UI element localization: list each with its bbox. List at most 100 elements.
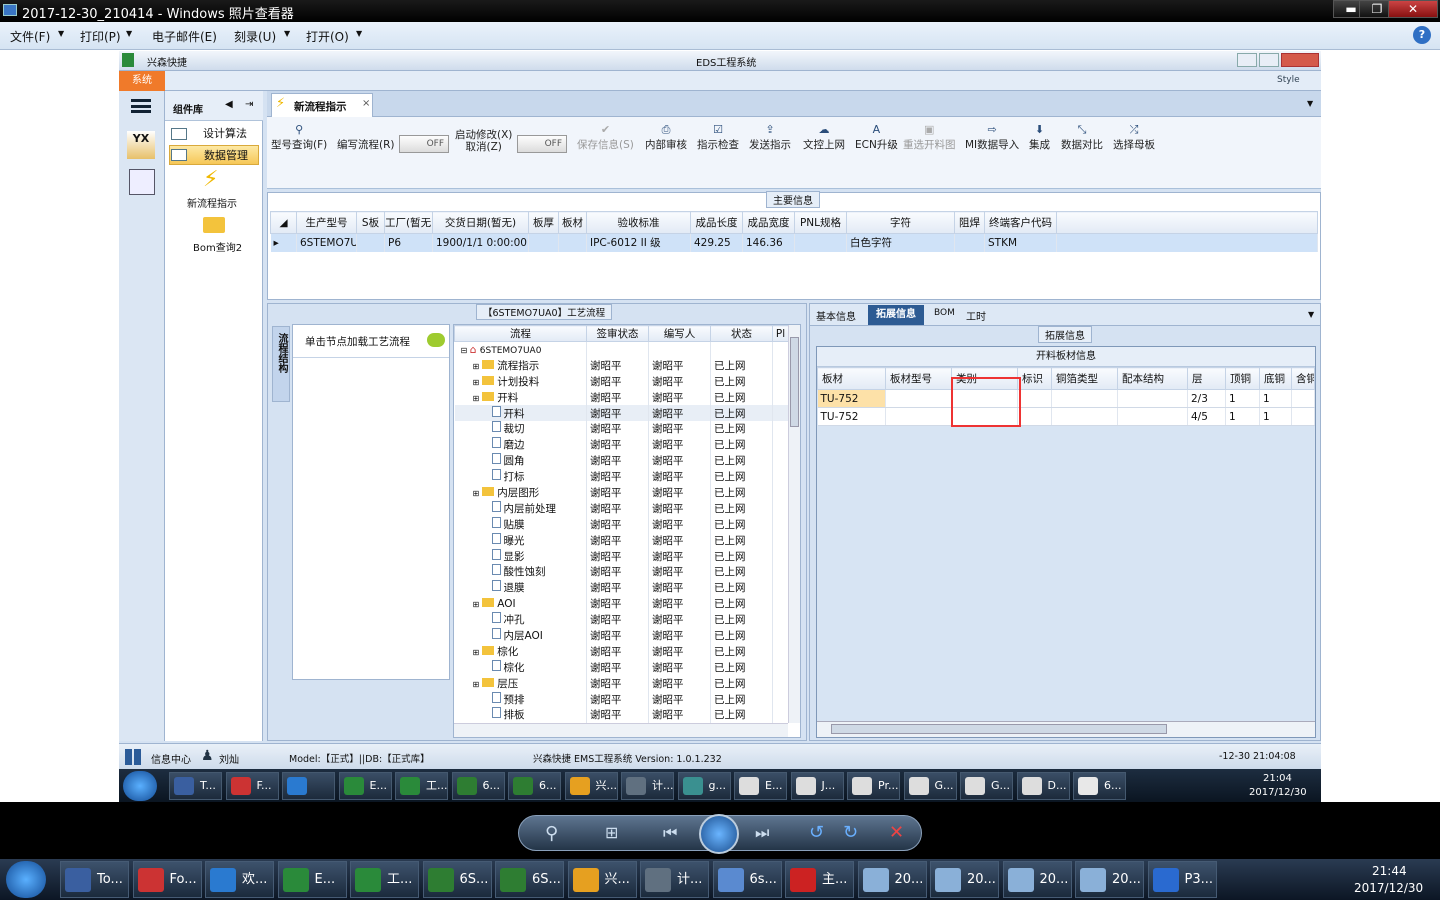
tree-row[interactable]: 内层前处理 谢昭平 谢昭平 已上网 (454, 500, 789, 517)
chevron-down-icon[interactable]: ▼ (1307, 99, 1313, 108)
column-header[interactable]: 验收标准 (586, 211, 691, 234)
column-header[interactable]: PNL规格 (794, 211, 847, 234)
outer-taskbar-item[interactable]: 6s... (712, 861, 782, 898)
tree-root-row[interactable]: ⊟ ⌂ 6STEMO7UA0 (454, 341, 789, 358)
inner-taskbar-item[interactable]: D... (1016, 772, 1070, 800)
outer-taskbar-item[interactable]: 20... (1075, 861, 1144, 898)
outer-taskbar-item[interactable]: P3... (1147, 861, 1217, 898)
tree-row[interactable]: 圆角 谢昭平 谢昭平 已上网 (454, 452, 789, 469)
column-header[interactable]: 阻焊 (954, 211, 985, 234)
tab-basic-info[interactable]: 基本信息 (816, 308, 856, 323)
column-header[interactable]: 交货日期(暂无) (432, 211, 529, 234)
outer-taskbar-item[interactable]: 20... (930, 861, 999, 898)
tree-row[interactable]: 曝光 谢昭平 谢昭平 已上网 (454, 532, 789, 549)
tree-row[interactable]: 显影 谢昭平 谢昭平 已上网 (454, 548, 789, 564)
tab-work-hours[interactable]: 工时 (966, 308, 986, 323)
previous-icon[interactable]: ⏮ (663, 823, 677, 843)
delete-icon[interactable]: ✕ (889, 822, 904, 843)
expand-icon[interactable]: ⊞ (473, 394, 480, 403)
close-button[interactable]: ✕ (1388, 0, 1438, 18)
rotate-right-icon[interactable]: ↻ (843, 822, 858, 843)
instruction-check-button[interactable]: ☑ 指示检查 (697, 123, 739, 152)
tree-row[interactable]: 预排 谢昭平 谢昭平 已上网 (454, 691, 789, 707)
column-header[interactable]: 板材 (558, 211, 587, 234)
mi-import-button[interactable]: ⇨ MI数据导入 (965, 123, 1019, 152)
inner-taskbar-item[interactable]: 6... (451, 772, 505, 800)
tree-row[interactable]: 棕化 谢昭平 谢昭平 已上网 (454, 659, 789, 676)
folder-icon[interactable] (203, 217, 225, 233)
help-icon[interactable]: ? (1413, 26, 1431, 44)
write-flow-toggle[interactable]: OFF (399, 135, 449, 153)
tab-system[interactable]: 系统 (119, 71, 165, 91)
column-header[interactable]: 流程 (454, 325, 587, 342)
outer-taskbar-item[interactable]: 20... (1002, 861, 1072, 898)
tree-row[interactable]: 酸性蚀刻 谢昭平 谢昭平 已上网 (454, 563, 789, 580)
menu-email[interactable]: 电子邮件(E) (152, 28, 217, 45)
inner-taskbar-item[interactable]: 工... (395, 772, 448, 800)
tree-row[interactable]: 磨边 谢昭平 谢昭平 已上网 (454, 436, 789, 453)
start-orb[interactable] (6, 861, 46, 898)
inner-taskbar-item[interactable] (282, 772, 335, 800)
hamburger-icon[interactable] (131, 99, 151, 113)
eds-maximize-button[interactable] (1259, 53, 1279, 67)
table-row[interactable]: TU-752 2/3 1 1 (817, 389, 1315, 408)
send-instruction-button[interactable]: ⇪ 发送指示 (749, 123, 791, 152)
tab-bom[interactable]: BOM (934, 308, 955, 318)
yx-module-icon[interactable]: YX (127, 131, 155, 159)
menu-print[interactable]: 打印(P) (80, 28, 121, 45)
outer-taskbar-item[interactable]: 欢... (205, 861, 274, 898)
eds-minimize-button[interactable] (1237, 53, 1257, 67)
column-header[interactable]: 含铜 (1291, 367, 1315, 390)
tree-row[interactable]: ⊞ 流程指示 谢昭平 谢昭平 已上网 (454, 357, 789, 374)
ecn-upgrade-button[interactable]: A ECN升级 (855, 123, 898, 152)
reselect-chart-button[interactable]: ▣ 重选开料图 (903, 123, 956, 152)
rotate-left-icon[interactable]: ↺ (809, 822, 824, 843)
expand-icon[interactable]: ⊞ (473, 680, 480, 689)
column-header[interactable]: 板材型号 (885, 367, 952, 390)
inner-taskbar-item[interactable]: g... (677, 772, 731, 800)
scroll-thumb[interactable] (790, 337, 799, 427)
tree-row[interactable]: 打标 谢昭平 谢昭平 已上网 (454, 468, 789, 485)
column-header[interactable]: S板 (356, 211, 385, 234)
data-compare-button[interactable]: ⤡ 数据对比 (1061, 123, 1103, 152)
next-icon[interactable]: ⏭ (755, 823, 769, 843)
outer-taskbar-item[interactable]: 6S... (495, 861, 564, 898)
tree-row[interactable]: 冲孔 谢昭平 谢昭平 已上网 (454, 611, 789, 628)
outer-taskbar-item[interactable]: To... (60, 861, 129, 898)
column-header[interactable]: 标识 (1017, 367, 1052, 390)
inner-taskbar-item[interactable]: J... (790, 772, 844, 800)
inner-taskbar-item[interactable]: E... (338, 772, 392, 800)
outer-taskbar-item[interactable]: Fo... (132, 861, 202, 898)
tree-row[interactable]: ⊞ 内层图形 谢昭平 谢昭平 已上网 (454, 484, 789, 501)
column-header[interactable]: 板厚 (528, 211, 559, 234)
table-row[interactable]: ▸6STEMO7UA0 P61900/1/1 0:00:00 IPC-6012 II… (270, 233, 1318, 252)
outer-taskbar-item[interactable]: 6S... (422, 861, 492, 898)
tree-row[interactable]: ⊞ 层压 谢昭平 谢昭平 已上网 (454, 675, 789, 692)
outer-taskbar-item[interactable]: 20... (857, 861, 927, 898)
select-master-button[interactable]: ⤮ 选择母板 (1113, 123, 1155, 152)
menu-burn[interactable]: 刻录(U) (234, 28, 276, 45)
expand-icon[interactable]: ⊞ (473, 489, 480, 498)
tree-row[interactable]: ⊞ AOI 谢昭平 谢昭平 已上网 (454, 595, 789, 612)
outer-taskbar-item[interactable]: E... (277, 861, 347, 898)
flow-structure-tab[interactable]: 流程结构 (272, 326, 290, 402)
style-menu[interactable]: Style (1277, 75, 1300, 85)
column-header[interactable]: 终端客户代码 (984, 211, 1057, 234)
outer-taskbar-item[interactable]: 计... (640, 861, 709, 898)
column-header[interactable]: 工厂(暂无) (384, 211, 433, 234)
doc-online-button[interactable]: ☁ 文控上网 (803, 123, 845, 152)
column-header[interactable]: 顶铜 (1225, 367, 1260, 390)
inner-taskbar-item[interactable]: 6... (508, 772, 561, 800)
inner-taskbar-item[interactable]: F... (225, 772, 279, 800)
tree-row[interactable]: 裁切 谢昭平 谢昭平 已上网 (454, 420, 789, 437)
sidebar-big-bom[interactable]: Bom查询2 (193, 239, 242, 254)
column-header[interactable]: 生产型号 (296, 211, 357, 234)
inner-taskbar-item[interactable]: 计... (621, 772, 674, 800)
sidebar-big-new-flow[interactable]: 新流程指示 (187, 195, 237, 210)
save-info-button[interactable]: ✔ 保存信息(S) (577, 123, 634, 152)
tree-row[interactable]: 开料 谢昭平 谢昭平 已上网 (454, 405, 789, 421)
integrate-button[interactable]: ⬇ 集成 (1029, 123, 1050, 152)
pin-icon[interactable]: ⇥ (245, 99, 253, 110)
inner-taskbar-item[interactable]: T... (169, 772, 222, 800)
column-header[interactable]: 底铜 (1259, 367, 1292, 390)
